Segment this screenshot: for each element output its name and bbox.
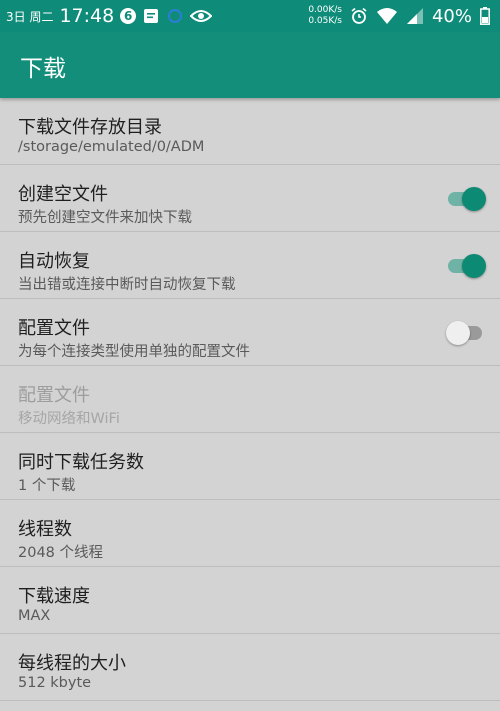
status-time: 17:48 (59, 5, 115, 27)
setting-create-empty-file[interactable]: 创建空文件 预先创建空文件来加快下载 (0, 165, 500, 232)
setting-size-per-thread[interactable]: 每线程的大小 512 kbyte (0, 634, 500, 701)
setting-title: 每线程的大小 (18, 653, 126, 674)
app-bar: 下载 (0, 32, 500, 98)
battery-percent: 40% (431, 5, 472, 27)
setting-subtitle: 移动网络和WiFi (18, 411, 120, 427)
create-empty-file-toggle[interactable] (446, 187, 486, 211)
setting-title: 线程数 (18, 519, 72, 540)
setting-title: 配置文件 (18, 385, 90, 406)
toggle-thumb (462, 254, 486, 278)
setting-download-speed[interactable]: 下载速度 MAX (0, 567, 500, 634)
message-icon (142, 7, 160, 25)
alarm-icon (350, 7, 368, 25)
notification-badge-icon: 6 (120, 8, 137, 24)
setting-subtitle: 当出错或连接中断时自动恢复下载 (18, 277, 236, 293)
settings-list: 下载文件存放目录 /storage/emulated/0/ADM 创建空文件 预… (0, 98, 500, 701)
sync-icon (166, 7, 184, 25)
setting-title: 同时下载任务数 (18, 452, 144, 473)
setting-subtitle: 预先创建空文件来加快下载 (18, 210, 192, 226)
status-bar-right: 0.00K/s 0.05K/s 40% (308, 0, 490, 32)
setting-title: 创建空文件 (18, 184, 108, 205)
setting-auto-resume[interactable]: 自动恢复 当出错或连接中断时自动恢复下载 (0, 232, 500, 299)
net-speed: 0.00K/s 0.05K/s (308, 5, 342, 27)
setting-title: 配置文件 (18, 318, 90, 339)
setting-subtitle: 为每个连接类型使用单独的配置文件 (18, 344, 250, 360)
net-speed-up: 0.00K/s (308, 5, 342, 15)
signal-icon (406, 7, 424, 25)
status-date: 3日 周二 (6, 9, 54, 24)
battery-icon (480, 7, 490, 25)
status-bar-left: 3日 周二 17:48 6 (6, 0, 213, 32)
setting-profile-per-connection[interactable]: 配置文件 为每个连接类型使用单独的配置文件 (0, 299, 500, 366)
setting-subtitle: 1 个下载 (18, 478, 76, 494)
setting-subtitle: MAX (18, 608, 51, 624)
net-speed-down: 0.05K/s (308, 16, 342, 26)
setting-title: 下载速度 (18, 586, 90, 607)
auto-resume-toggle[interactable] (446, 254, 486, 278)
status-bar: 3日 周二 17:48 6 0.00K/s 0.05K/s 40% (0, 0, 500, 32)
page-title: 下载 (20, 56, 66, 82)
wifi-icon (376, 7, 398, 25)
setting-title: 下载文件存放目录 (18, 117, 162, 138)
toggle-thumb (462, 187, 486, 211)
eye-icon (190, 8, 213, 24)
profile-per-connection-toggle[interactable] (446, 321, 486, 345)
toggle-thumb (446, 321, 470, 345)
setting-title: 自动恢复 (18, 251, 90, 272)
setting-subtitle: /storage/emulated/0/ADM (18, 139, 205, 155)
setting-concurrent-downloads[interactable]: 同时下载任务数 1 个下载 (0, 433, 500, 500)
setting-download-directory[interactable]: 下载文件存放目录 /storage/emulated/0/ADM (0, 98, 500, 165)
setting-profile-disabled: 配置文件 移动网络和WiFi (0, 366, 500, 433)
setting-thread-count[interactable]: 线程数 2048 个线程 (0, 500, 500, 567)
setting-subtitle: 2048 个线程 (18, 545, 104, 561)
setting-subtitle: 512 kbyte (18, 675, 92, 691)
